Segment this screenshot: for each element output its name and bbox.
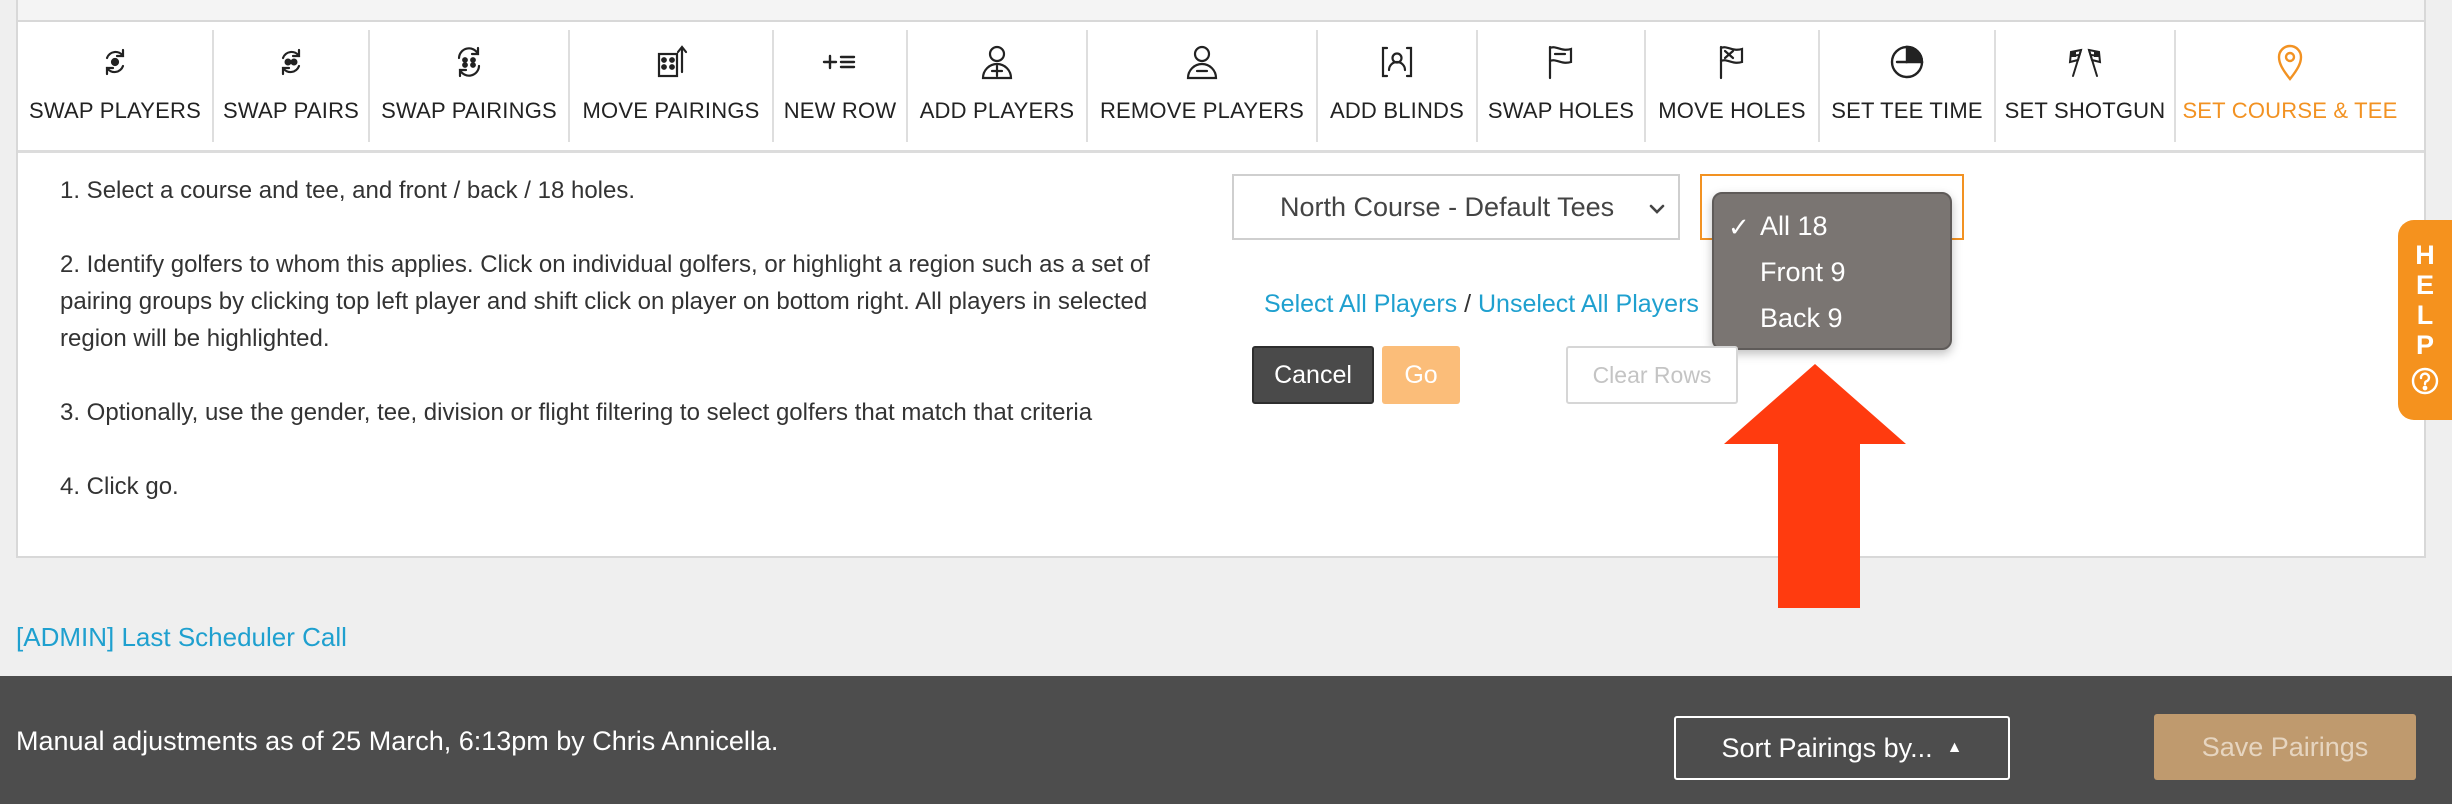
holes-option-all-18[interactable]: ✓ All 18 [1714,204,1950,248]
link-separator: / [1457,290,1478,318]
tool-remove-players[interactable]: REMOVE PLAYERS [1088,30,1318,142]
swap-players-icon [95,40,135,84]
instruction-step-3: 3. Optionally, use the gender, tee, divi… [60,399,1093,426]
cancel-button[interactable]: Cancel [1252,346,1374,404]
manual-adjustments-message: Manual adjustments as of 25 March, 6:13p… [16,726,779,756]
tool-set-course-tee[interactable]: SET COURSE & TEE [2176,30,2404,142]
annotation-arrow [1724,364,1906,608]
instruction-step-1: 1. Select a course and tee, and front / … [60,177,636,204]
question-circle-icon [2410,366,2440,403]
instruction-step-4: 4. Click go. [60,473,179,500]
course-tee-select-value: North Course - Default Tees [1280,191,1615,222]
footer-bar: Manual adjustments as of 25 March, 6:13p… [0,676,2452,804]
tool-swap-pairs[interactable]: SWAP PAIRS [214,30,370,142]
new-row-icon [820,40,860,84]
remove-player-icon [1182,40,1222,84]
tool-set-tee-time[interactable]: SET TEE TIME [1820,30,1996,142]
instructions: 1. Select a course and tee, and front / … [60,172,1180,542]
tool-swap-pairings[interactable]: SWAP PAIRINGS [370,30,570,142]
pairing-toolbar: SWAP PLAYERS SWAP PAIRS SWAP PAIRINGS MO… [18,30,2424,152]
unselect-all-players-link[interactable]: Unselect All Players [1478,290,1699,318]
swap-pairs-icon [271,40,311,84]
map-pin-icon [2270,40,2310,84]
checkered-flags-icon [2065,40,2105,84]
swap-pairings-icon [449,40,489,84]
clock-icon [1887,40,1927,84]
move-pairings-icon [651,40,691,84]
course-tee-select[interactable]: North Course - Default Tees [1232,174,1680,240]
tool-swap-players[interactable]: SWAP PLAYERS [18,30,214,142]
admin-last-scheduler-call-link[interactable]: [ADMIN] Last Scheduler Call [16,622,347,653]
tool-move-pairings[interactable]: MOVE PAIRINGS [570,30,774,142]
help-tab[interactable]: H E L P [2398,220,2452,420]
sort-pairings-label: Sort Pairings by... [1721,732,1933,763]
add-player-icon [977,40,1017,84]
caret-up-icon: ▲ [1946,739,1963,756]
holes-option-front-9[interactable]: Front 9 [1714,250,1950,294]
tool-add-players[interactable]: ADD PLAYERS [908,30,1088,142]
tool-add-blinds[interactable]: ADD BLINDS [1318,30,1478,142]
clear-rows-button[interactable]: Clear Rows [1566,346,1738,404]
select-all-players-link[interactable]: Select All Players [1264,290,1457,318]
swap-holes-flag-icon [1541,40,1581,84]
player-selection-links: Select All Players / Unselect All Player… [1264,290,1699,319]
tool-move-holes[interactable]: MOVE HOLES [1646,30,1820,142]
checkmark-icon: ✓ [1728,212,1750,242]
top-strip [16,0,2426,20]
toolbar-divider [18,150,2424,153]
holes-option-back-9[interactable]: Back 9 [1714,296,1950,340]
holes-dropdown-menu: ✓ All 18 Front 9 Back 9 [1712,192,1952,350]
save-pairings-button[interactable]: Save Pairings [2154,714,2416,780]
instruction-step-2: 2. Identify golfers to whom this applies… [60,251,1150,352]
tool-swap-holes[interactable]: SWAP HOLES [1478,30,1646,142]
move-holes-flag-icon [1712,40,1752,84]
tool-new-row[interactable]: NEW ROW [774,30,908,142]
go-button[interactable]: Go [1382,346,1460,404]
sort-pairings-button[interactable]: Sort Pairings by... ▲ [1674,716,2010,780]
chevron-down-icon [1646,196,1668,227]
add-blinds-icon [1377,40,1417,84]
tool-set-shotgun[interactable]: SET SHOTGUN [1996,30,2176,142]
